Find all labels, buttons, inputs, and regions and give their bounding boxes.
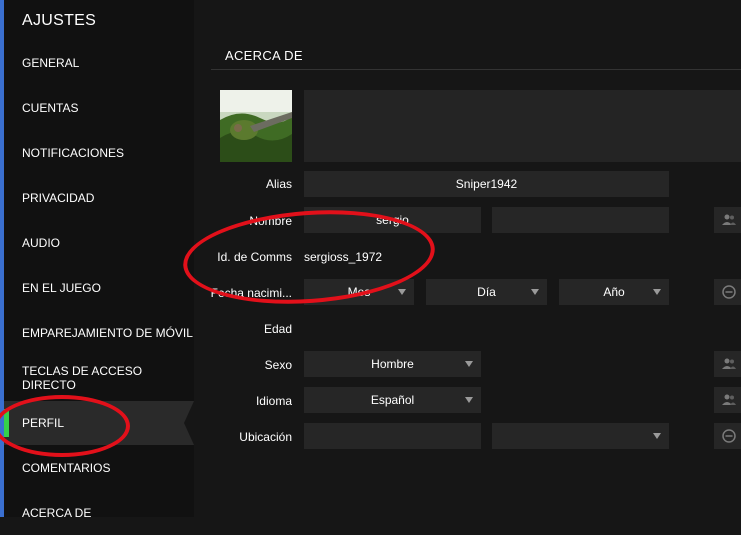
active-item-notch xyxy=(184,401,194,445)
language-label: Idioma xyxy=(255,394,292,408)
sidebar-item-acerca-de[interactable]: ACERCA DE xyxy=(4,491,194,535)
sex-visibility-button[interactable] xyxy=(714,351,741,377)
profile-banner[interactable] xyxy=(304,90,741,162)
nombre-visibility-button[interactable] xyxy=(714,207,741,233)
sidebar-item-cuentas[interactable]: CUENTAS xyxy=(4,86,194,130)
birth-year-select[interactable]: Año xyxy=(559,279,669,305)
last-name-field[interactable] xyxy=(492,207,669,233)
sidebar-item-audio[interactable]: AUDIO xyxy=(4,221,194,265)
sidebar-item-privacidad[interactable]: PRIVACIDAD xyxy=(4,176,194,220)
people-icon xyxy=(722,214,736,225)
birth-day-select[interactable]: Día xyxy=(426,279,547,305)
alias-field[interactable]: Sniper1942 xyxy=(304,171,669,197)
birth-day-value: Día xyxy=(477,285,496,299)
chevron-down-icon xyxy=(653,289,661,295)
sidebar-title: AJUSTES xyxy=(22,12,97,29)
chevron-down-icon xyxy=(465,361,473,367)
sidebar-item-en-el-juego[interactable]: EN EL JUEGO xyxy=(4,266,194,310)
language-select[interactable]: Español xyxy=(304,387,481,413)
sidebar-item-emparejamiento[interactable]: EMPAREJAMIENTO DE MÓVIL xyxy=(4,311,194,355)
sex-value: Hombre xyxy=(371,357,414,371)
language-value: Español xyxy=(370,393,415,407)
sidebar-item-general[interactable]: GENERAL xyxy=(4,41,194,85)
people-icon xyxy=(722,394,736,405)
location-region-select[interactable] xyxy=(492,423,669,449)
birth-visibility-button[interactable] xyxy=(714,279,741,305)
chevron-down-icon xyxy=(398,289,406,295)
minus-circle-icon xyxy=(722,429,736,443)
location-visibility-button[interactable] xyxy=(714,423,741,449)
language-visibility-button[interactable] xyxy=(714,387,741,413)
avatar[interactable] xyxy=(220,90,292,162)
location-label: Ubicación xyxy=(239,430,292,444)
sex-select[interactable]: Hombre xyxy=(304,351,481,377)
section-title: ACERCA DE xyxy=(225,48,303,63)
people-icon xyxy=(722,358,736,369)
alias-label: Alias xyxy=(265,177,292,191)
chevron-down-icon xyxy=(531,289,539,295)
minus-circle-icon xyxy=(722,285,736,299)
sidebar-item-teclas[interactable]: TECLAS DE ACCESO DIRECTO xyxy=(4,356,194,400)
section-divider xyxy=(211,69,741,70)
chevron-down-icon xyxy=(465,397,473,403)
location-country-field[interactable] xyxy=(304,423,481,449)
annotation-ellipse-perfil xyxy=(0,395,130,457)
sidebar-item-notificaciones[interactable]: NOTIFICACIONES xyxy=(4,131,194,175)
age-label: Edad xyxy=(263,322,292,336)
sex-label: Sexo xyxy=(264,358,292,372)
chevron-down-icon xyxy=(653,433,661,439)
birth-year-value: Año xyxy=(603,285,625,299)
